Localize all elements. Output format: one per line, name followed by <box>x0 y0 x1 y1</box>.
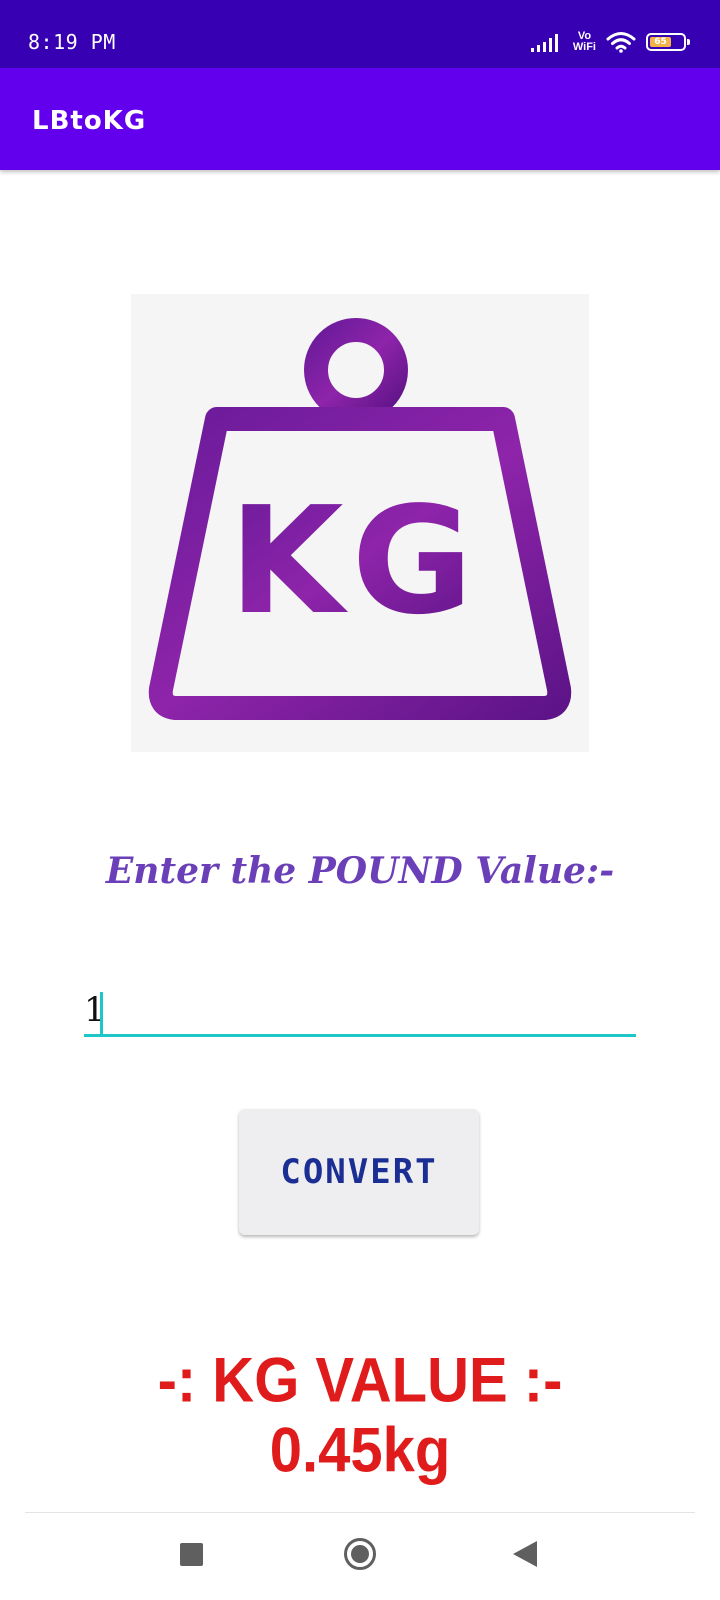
result-title: -: KG VALUE :- <box>157 1345 563 1416</box>
text-cursor <box>100 992 103 1034</box>
app-bar: LBtoKG <box>0 68 720 170</box>
battery-icon: 65 <box>646 33 690 51</box>
signal-icon <box>530 34 558 52</box>
home-icon[interactable] <box>343 1537 377 1571</box>
back-icon[interactable] <box>511 1539 539 1569</box>
navigation-bar <box>0 1513 720 1600</box>
weight-label: KG <box>229 475 481 647</box>
weight-kg-icon: KG <box>148 318 572 720</box>
status-time: 8:19 PM <box>28 30 116 54</box>
app-title: LBtoKG <box>32 106 147 136</box>
pound-prompt-label: Enter the POUND Value:- <box>105 850 615 892</box>
recents-icon[interactable] <box>180 1543 203 1566</box>
result-value: 0.45kg <box>269 1415 451 1486</box>
volte-bottom-label: WiFi <box>572 41 596 53</box>
battery-level: 65 <box>650 37 671 47</box>
pound-input[interactable] <box>84 985 636 1037</box>
status-bar: 8:19 PM Vo WiFi 65 <box>0 0 720 68</box>
status-icons: Vo WiFi 65 <box>530 28 690 56</box>
wifi-icon <box>606 32 636 53</box>
weight-kg-image: KG <box>131 294 589 752</box>
volte-wifi-icon: Vo WiFi <box>573 31 596 53</box>
convert-button[interactable]: CONVERT <box>239 1109 479 1235</box>
